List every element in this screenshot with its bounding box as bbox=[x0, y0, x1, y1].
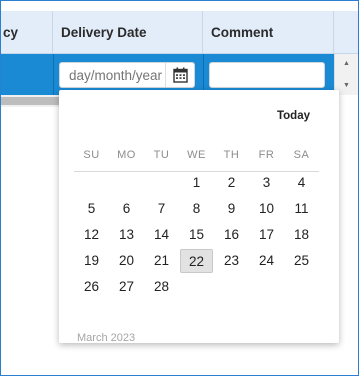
weekday-label: WE bbox=[187, 149, 206, 161]
calendar-day[interactable]: 2 bbox=[215, 171, 248, 195]
calendar-day[interactable]: 28 bbox=[145, 275, 178, 299]
calendar-day[interactable]: 8 bbox=[180, 197, 213, 221]
calendar-day[interactable]: 14 bbox=[145, 223, 178, 247]
weekday-label: TH bbox=[223, 149, 240, 161]
calendar-day[interactable]: 27 bbox=[110, 275, 143, 299]
calendar-day[interactable]: 11 bbox=[285, 197, 318, 221]
column-header-filler bbox=[334, 11, 358, 53]
today-button[interactable]: Today bbox=[277, 110, 310, 122]
calendar-day[interactable]: 16 bbox=[215, 223, 248, 247]
calendar-day[interactable]: 5 bbox=[75, 197, 108, 221]
calendar-day[interactable]: 3 bbox=[250, 171, 283, 195]
calendar-day[interactable]: 25 bbox=[285, 249, 318, 273]
calendar-day[interactable]: 19 bbox=[75, 249, 108, 273]
calendar-day[interactable]: 26 bbox=[75, 275, 108, 299]
weekday-header: SU MO TU WE TH FR SA bbox=[74, 149, 319, 172]
calendar-day[interactable]: 22 bbox=[180, 249, 213, 273]
weekday-label: FR bbox=[258, 149, 275, 161]
calendar-day[interactable]: 18 bbox=[285, 223, 318, 247]
calendar-day[interactable]: 9 bbox=[215, 197, 248, 221]
calendar-day[interactable]: 17 bbox=[250, 223, 283, 247]
weekday-label: SU bbox=[83, 149, 100, 161]
grid-frame: cy Delivery Date Comment ▲ ▼ day/month/y… bbox=[0, 0, 359, 376]
calendar-icon bbox=[172, 67, 188, 83]
calendar-day[interactable]: 7 bbox=[145, 197, 178, 221]
month-year-label: March 2023 bbox=[77, 332, 136, 344]
calendar-day[interactable]: 15 bbox=[180, 223, 213, 247]
calendar-day[interactable]: 6 bbox=[110, 197, 143, 221]
calendar-day[interactable]: 20 bbox=[110, 249, 143, 273]
vertical-scrollbar[interactable]: ▲ ▼ bbox=[334, 54, 358, 95]
scroll-down-arrow-icon[interactable]: ▼ bbox=[343, 82, 350, 89]
column-header-currency[interactable]: cy bbox=[1, 11, 53, 53]
scroll-up-arrow-icon[interactable]: ▲ bbox=[343, 60, 350, 67]
column-header-comment[interactable]: Comment bbox=[203, 11, 334, 53]
calendar-day[interactable]: 12 bbox=[75, 223, 108, 247]
delivery-date-field[interactable] bbox=[59, 62, 195, 88]
calendar-day[interactable]: 4 bbox=[285, 171, 318, 195]
delivery-date-input[interactable] bbox=[60, 63, 168, 87]
weekday-label: SA bbox=[293, 149, 310, 161]
calendar-day[interactable]: 1 bbox=[180, 171, 213, 195]
cell-divider bbox=[53, 54, 54, 95]
calendar-button[interactable] bbox=[165, 63, 194, 87]
calendar-day[interactable]: 21 bbox=[145, 249, 178, 273]
grid-header: cy Delivery Date Comment bbox=[1, 11, 358, 54]
calendar-day[interactable]: 10 bbox=[250, 197, 283, 221]
cell-divider bbox=[203, 54, 204, 95]
calendar-day[interactable]: 13 bbox=[110, 223, 143, 247]
column-header-delivery-date[interactable]: Delivery Date bbox=[53, 11, 203, 53]
calendar-day[interactable]: 23 bbox=[215, 249, 248, 273]
weekday-label: TU bbox=[153, 149, 170, 161]
date-picker-popup: Today SU MO TU WE TH FR SA 1 2 3 4 5 6 7 8 9 10 11 12 13 14… bbox=[59, 90, 339, 344]
weekday-label: MO bbox=[117, 149, 136, 161]
calendar-day[interactable]: 24 bbox=[250, 249, 283, 273]
comment-input[interactable] bbox=[209, 62, 325, 88]
